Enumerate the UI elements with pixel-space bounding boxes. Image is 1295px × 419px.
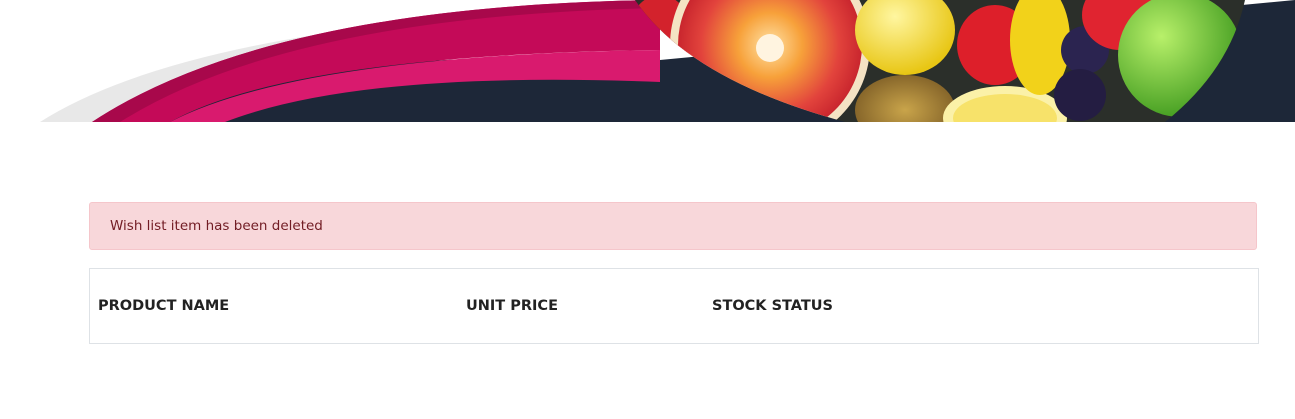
column-header-unit-price: UNIT PRICE xyxy=(466,298,558,314)
wishlist-deleted-alert: Wish list item has been deleted xyxy=(89,202,1257,250)
column-header-product-name: PRODUCT NAME xyxy=(98,298,230,314)
wishlist-table: PRODUCT NAME UNIT PRICE STOCK STATUS xyxy=(89,268,1259,344)
alert-message: Wish list item has been deleted xyxy=(110,218,323,234)
column-header-stock-status: STOCK STATUS xyxy=(712,298,833,314)
page: Wish list item has been deleted PRODUCT … xyxy=(0,0,1295,419)
fruit-banner-image xyxy=(0,0,1295,122)
